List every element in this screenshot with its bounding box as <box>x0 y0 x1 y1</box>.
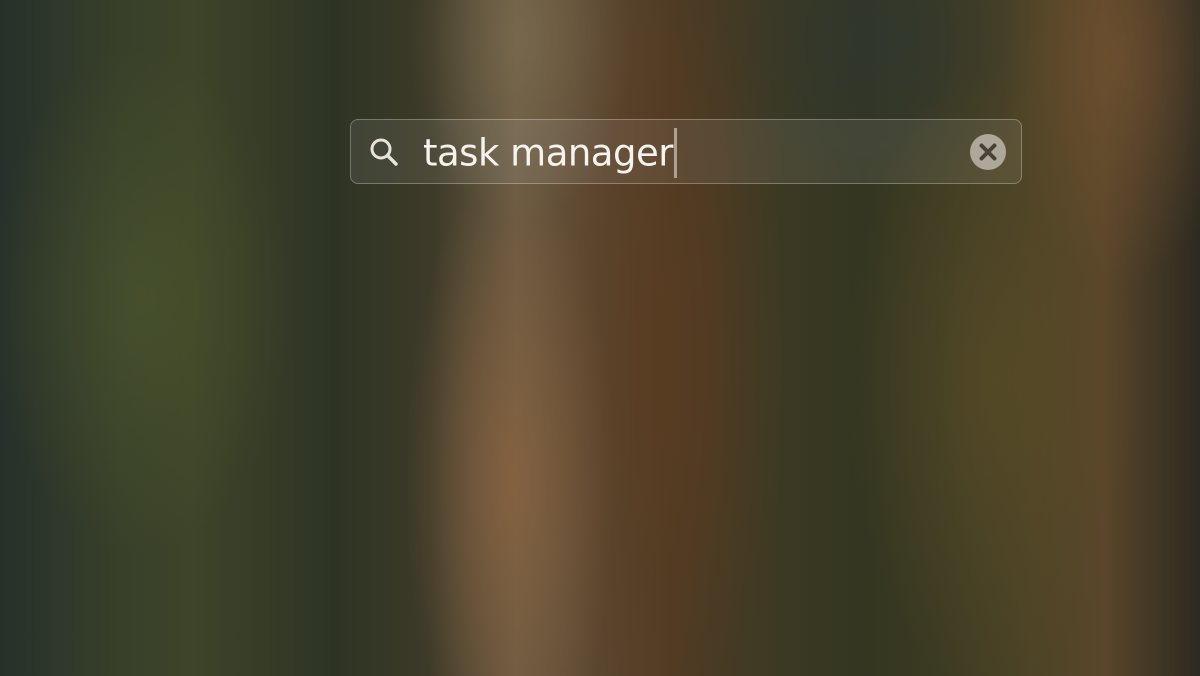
desktop-wallpaper <box>0 0 1200 676</box>
spotlight-search-bar[interactable]: task manager <box>350 119 1022 184</box>
clear-circle-x-icon <box>970 134 1006 170</box>
query-text: task manager <box>423 131 673 175</box>
spotlight-query-input[interactable]: task manager <box>423 128 677 178</box>
clear-search-button[interactable] <box>969 133 1007 171</box>
search-icon <box>367 135 401 169</box>
text-caret <box>673 128 677 178</box>
